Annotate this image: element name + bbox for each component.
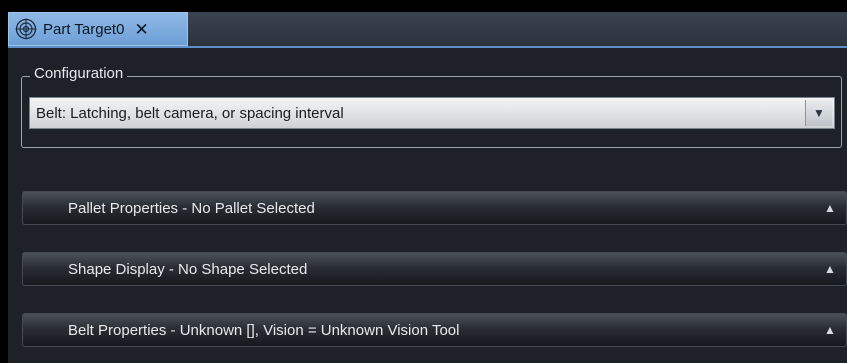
section-belt-properties[interactable]: Belt Properties - Unknown [], Vision = U… (22, 313, 847, 347)
section-shape-display[interactable]: Shape Display - No Shape Selected ▲ (22, 252, 847, 286)
chevron-up-icon[interactable]: ▲ (820, 323, 840, 337)
section-label: Pallet Properties - No Pallet Selected (68, 199, 315, 217)
configuration-group: Configuration Belt: Latching, belt camer… (21, 65, 842, 148)
configuration-dropdown[interactable]: Belt: Latching, belt camera, or spacing … (29, 97, 835, 129)
section-label: Shape Display - No Shape Selected (68, 260, 308, 278)
target-icon (15, 18, 37, 40)
section-label: Belt Properties - Unknown [], Vision = U… (68, 321, 460, 339)
section-pallet-properties[interactable]: Pallet Properties - No Pallet Selected ▲ (22, 191, 847, 225)
configuration-selected-value: Belt: Latching, belt camera, or spacing … (36, 104, 344, 122)
app-window: Part Target0 ✕ Configuration Belt: Latch… (0, 0, 847, 363)
tab-part-target0[interactable]: Part Target0 ✕ (8, 12, 188, 46)
chevron-up-icon[interactable]: ▲ (820, 262, 840, 276)
tab-strip: Part Target0 ✕ (8, 12, 847, 48)
tab-label: Part Target0 (43, 20, 125, 38)
chevron-up-icon[interactable]: ▲ (820, 201, 840, 215)
configuration-legend: Configuration (30, 65, 128, 82)
chevron-down-icon[interactable]: ▼ (805, 100, 832, 126)
close-icon[interactable]: ✕ (134, 21, 148, 38)
editor-panel: Configuration Belt: Latching, belt camer… (8, 48, 847, 363)
